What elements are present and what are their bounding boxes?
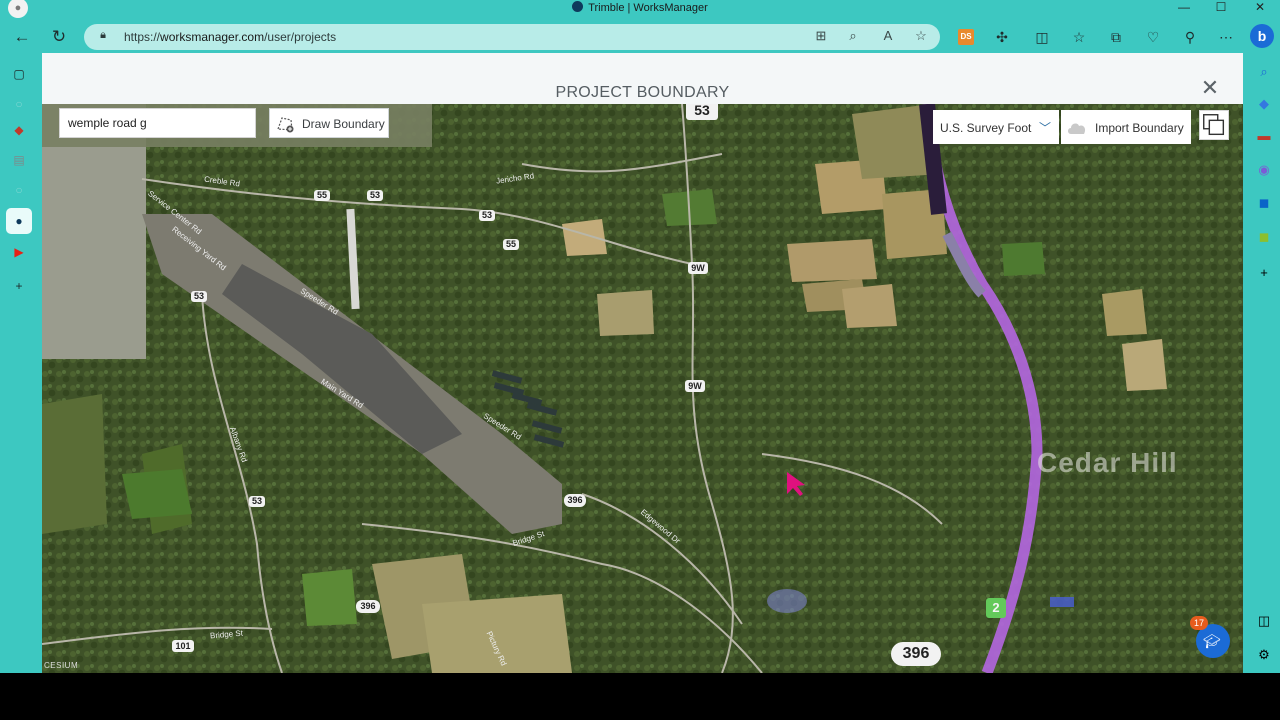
settings-icon[interactable]: ⚙ — [1253, 644, 1275, 666]
minimize-button[interactable]: — — [1174, 0, 1194, 14]
search-sidebar-icon[interactable]: ⌕ — [1253, 61, 1275, 83]
route-shield: 396 — [891, 642, 941, 666]
extension-ds-icon[interactable]: DS — [958, 29, 974, 45]
address-bar[interactable]: 🔒︎ https://worksmanager.com/user/project… — [84, 24, 940, 50]
browser-toolbar: ← ↻ 🔒︎ https://worksmanager.com/user/pro… — [0, 20, 1280, 52]
pinned-tab-icon[interactable]: ◆ — [9, 120, 29, 140]
trimble-tab-icon[interactable]: ● — [6, 208, 32, 234]
satellite-map[interactable]: 53 55 53 53 55 9W 9W 53 53 396 396 101 3… — [42, 104, 1243, 673]
browser-window: ● Trimble | WorksManager — ☐ ✕ ← ↻ 🔒︎ ht… — [0, 0, 1280, 673]
favorites-icon[interactable]: ☆ — [1069, 27, 1089, 47]
route-shield: 396 — [356, 600, 380, 613]
map-imagery[interactable] — [42, 104, 1243, 673]
trimble-logo-icon — [572, 1, 584, 12]
draw-boundary-label: Draw Boundary — [302, 117, 385, 131]
place-label: Cedar Hill — [1037, 447, 1178, 478]
title-bar: ● Trimble | WorksManager — ☐ ✕ — [0, 0, 1280, 18]
route-shield: 101 — [172, 640, 194, 652]
project-boundary-dialog: PROJECT BOUNDARY ✕ 53 55 53 53 55 9W 9W … — [42, 53, 1243, 673]
draw-boundary-icon — [277, 117, 294, 133]
read-aloud-icon[interactable]: A — [879, 28, 897, 46]
browser-essentials-icon[interactable]: ♡ — [1143, 27, 1163, 47]
cesium-attribution[interactable]: CESIUM — [44, 661, 78, 670]
close-window-button[interactable]: ✕ — [1250, 0, 1270, 14]
dialog-close-button[interactable]: ✕ — [1199, 77, 1221, 99]
location-search-input[interactable] — [59, 108, 256, 138]
import-boundary-label: Import Boundary — [1095, 121, 1184, 135]
shopify-icon[interactable]: ◼ — [1253, 226, 1275, 248]
performance-icon[interactable]: ⚲ — [1180, 27, 1200, 47]
more-icon[interactable]: ⋯ — [1216, 27, 1236, 47]
route-shield: 53 — [479, 210, 495, 221]
unit-select[interactable]: U.S. Survey Foot ﹀ — [933, 110, 1059, 144]
bing-copilot-icon[interactable]: b — [1250, 24, 1274, 48]
window-title-text: Trimble | WorksManager — [588, 2, 708, 14]
left-sidebar: ▢ ○ ◆ ▤ ○ ● ▶ + — [0, 56, 38, 673]
chevron-down-icon: ﹀ — [1038, 121, 1051, 135]
notification-badge: 17 — [1190, 616, 1208, 630]
add-sidebar-app-icon[interactable]: + — [1253, 262, 1275, 284]
apps-icon[interactable]: ⊞ — [812, 28, 830, 46]
import-boundary-button[interactable]: Import Boundary — [1061, 110, 1191, 144]
learning-center-button[interactable]: 17 🎓︎ — [1190, 616, 1230, 658]
collections-icon[interactable]: ⧉ — [1106, 27, 1126, 47]
pdf-tab-icon[interactable]: ▤ — [9, 150, 29, 170]
search-tab-icon[interactable]: ○ — [9, 94, 29, 114]
tools-icon[interactable]: ▬ — [1253, 125, 1275, 147]
back-button[interactable]: ← — [9, 24, 35, 50]
route-shield: 9W — [685, 380, 705, 392]
split-screen-icon[interactable]: ◫ — [1032, 27, 1052, 47]
route-shield: 396 — [564, 494, 586, 507]
shopping-icon[interactable]: ◆ — [1253, 93, 1275, 115]
address-url[interactable]: https://worksmanager.com/user/projects — [124, 30, 336, 44]
favorite-star-icon[interactable]: ☆ — [912, 28, 930, 46]
search-tab-icon-2[interactable]: ○ — [9, 180, 29, 200]
route-shield: 53 — [249, 496, 265, 507]
route-shield: 55 — [314, 190, 330, 201]
outlook-icon[interactable]: ◼ — [1253, 192, 1275, 214]
sidebar-layout-icon[interactable]: ◫ — [1253, 610, 1275, 632]
games-icon[interactable]: ◉ — [1253, 159, 1275, 181]
route-shield: 55 — [503, 239, 519, 250]
refresh-button[interactable]: ↻ — [46, 24, 72, 50]
route-shield: 53 — [686, 104, 718, 120]
dialog-title: PROJECT BOUNDARY — [555, 84, 730, 101]
zoom-icon[interactable]: ⌕ — [844, 28, 862, 46]
youtube-tab-icon[interactable]: ▶ — [9, 242, 29, 262]
tab-actions-icon[interactable]: ▢ — [9, 64, 29, 84]
layers-toggle-button[interactable] — [1199, 110, 1229, 140]
dialog-header: PROJECT BOUNDARY ✕ — [42, 53, 1243, 104]
route-shield: 2 — [986, 598, 1006, 618]
right-sidebar: ⌕ ◆ ▬ ◉ ◼ ◼ + ◫ ⚙ — [1248, 56, 1280, 673]
layers-icon — [1203, 114, 1225, 136]
route-shield: 9W — [688, 262, 708, 274]
route-shield: 53 — [367, 190, 383, 201]
new-tab-icon[interactable]: + — [9, 276, 29, 296]
cloud-icon — [1068, 123, 1086, 134]
lock-icon[interactable]: 🔒︎ — [96, 29, 110, 43]
graduation-cap-icon: 🎓︎ — [1203, 633, 1221, 649]
draw-boundary-button[interactable]: Draw Boundary — [269, 108, 389, 138]
maximize-button[interactable]: ☐ — [1211, 0, 1231, 14]
unit-select-value: U.S. Survey Foot — [940, 121, 1032, 135]
window-title: Trimble | WorksManager — [0, 1, 1280, 14]
extensions-icon[interactable]: ✣ — [992, 27, 1012, 47]
route-shield: 53 — [191, 291, 207, 302]
